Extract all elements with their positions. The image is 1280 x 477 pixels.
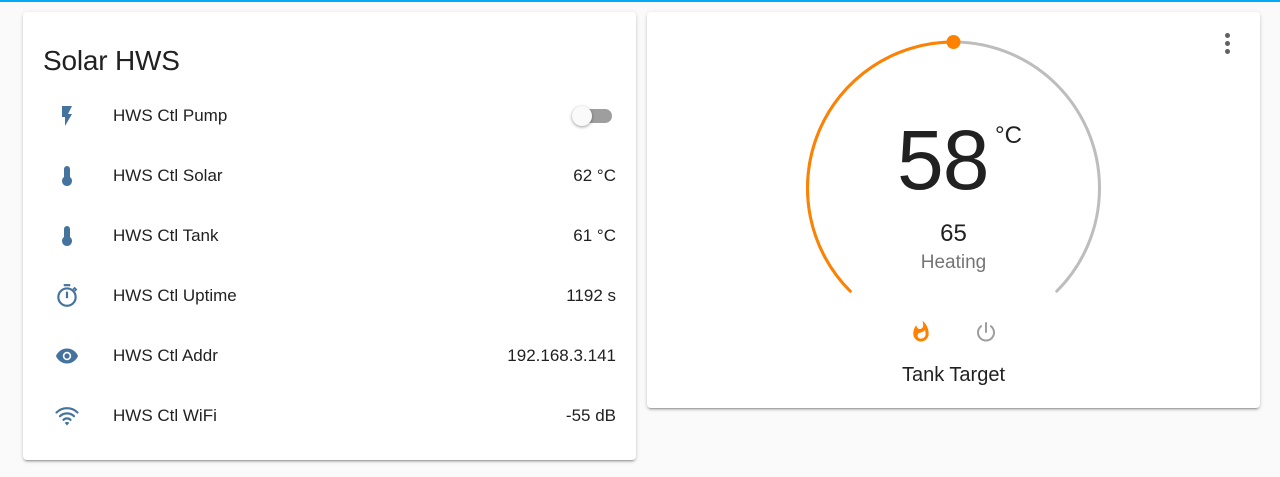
setpoint-handle[interactable] (946, 35, 961, 49)
thermostat-name: Tank Target (901, 364, 1006, 386)
entity-value: 1192 s (566, 286, 616, 305)
entity-row-wifi[interactable]: HWS Ctl WiFi -55 dB (23, 396, 636, 436)
entity-label: HWS Ctl Tank (113, 226, 219, 245)
pump-toggle[interactable] (572, 106, 612, 126)
entities-card: Solar HWS HWS Ctl Pump HWS Ctl Solar 62 … (23, 12, 636, 460)
entity-label: HWS Ctl Addr (113, 346, 218, 365)
entity-label: HWS Ctl Uptime (113, 286, 237, 305)
thermometer-icon (52, 224, 82, 248)
header-accent-line (0, 0, 1280, 2)
thermometer-icon (52, 164, 82, 188)
heat-mode-button[interactable] (906, 319, 936, 349)
entity-label: HWS Ctl Solar (113, 166, 223, 185)
entity-value: 192.168.3.141 (507, 346, 616, 365)
timer-icon (52, 284, 82, 308)
power-icon (974, 320, 998, 349)
off-mode-button[interactable] (971, 319, 1001, 349)
eye-icon (52, 344, 82, 368)
flash-icon (52, 104, 82, 128)
hvac-action: Heating (920, 252, 987, 273)
entity-label: HWS Ctl Pump (113, 106, 228, 125)
thermostat-gauge[interactable] (647, 12, 1260, 408)
wifi-icon (52, 404, 82, 428)
entity-row-tank[interactable]: HWS Ctl Tank 61 °C (23, 216, 636, 256)
entity-row-addr[interactable]: HWS Ctl Addr 192.168.3.141 (23, 336, 636, 376)
entity-value: 61 °C (573, 226, 616, 245)
entity-row-pump[interactable]: HWS Ctl Pump (23, 96, 636, 136)
toggle-knob (572, 106, 592, 126)
entity-label: HWS Ctl WiFi (113, 406, 217, 425)
thermostat-card: 58 °C 65 Heating Tank Target (647, 12, 1260, 408)
entity-value: -55 dB (565, 406, 616, 425)
entity-row-uptime[interactable]: HWS Ctl Uptime 1192 s (23, 276, 636, 316)
more-menu-icon[interactable] (1214, 28, 1240, 58)
entity-row-solar[interactable]: HWS Ctl Solar 62 °C (23, 156, 636, 196)
card-title: Solar HWS (43, 45, 180, 76)
target-temperature: 65 (940, 220, 967, 247)
entity-value: 62 °C (573, 166, 616, 185)
temperature-unit: °C (995, 122, 1022, 149)
current-temperature: 58 (897, 113, 989, 207)
fire-icon (909, 320, 933, 349)
